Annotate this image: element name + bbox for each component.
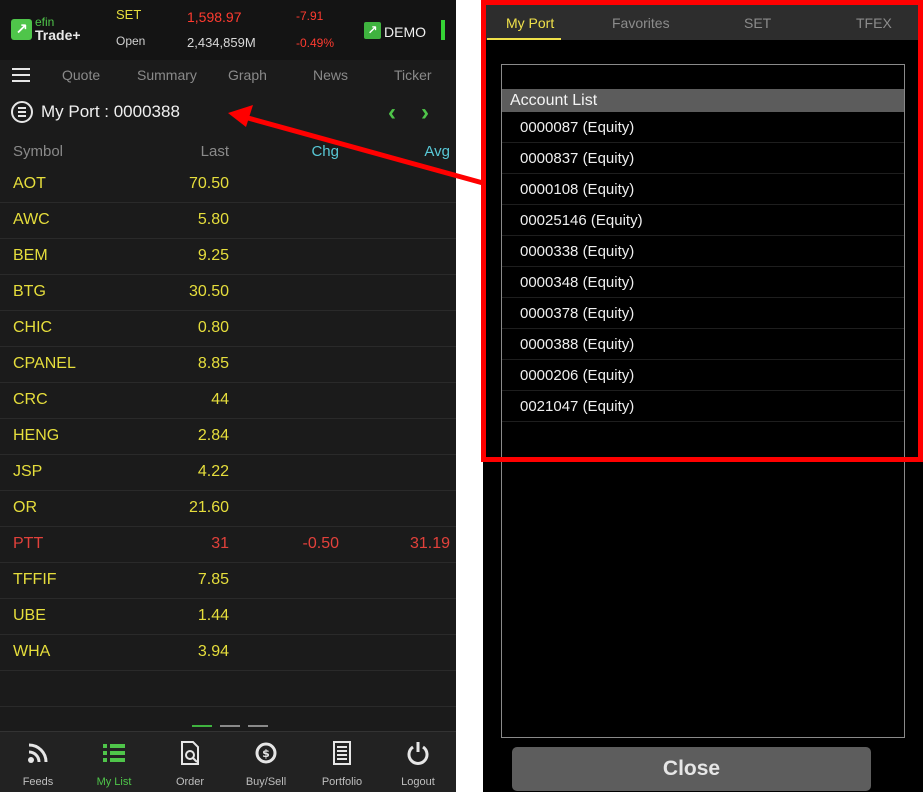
- port-title[interactable]: My Port : 0000388: [41, 102, 180, 122]
- symbol-cell: HENG: [13, 427, 60, 444]
- table-row[interactable]: CPANEL 8.85: [0, 347, 456, 383]
- col-last[interactable]: Last: [201, 143, 229, 160]
- table-row[interactable]: BTG 30.50: [0, 275, 456, 311]
- power-icon: [407, 742, 429, 765]
- table-row[interactable]: PTT 31 -0.50 31.19: [0, 527, 456, 563]
- tab-feeds[interactable]: Feeds: [0, 732, 76, 792]
- demo-badge[interactable]: DEMO: [384, 24, 426, 40]
- table-row[interactable]: CRC 44: [0, 383, 456, 419]
- symbol-cell: CPANEL: [13, 355, 76, 372]
- index-change: -7.91: [296, 9, 324, 23]
- symbol-cell: PTT: [13, 535, 44, 552]
- symbol-cell: WHA: [13, 643, 51, 660]
- col-avg[interactable]: Avg: [424, 143, 450, 160]
- last-price-cell: 70.50: [188, 175, 229, 192]
- symbol-cell: AOT: [13, 175, 46, 192]
- symbol-cell: AWC: [13, 211, 50, 228]
- tab-label: Buy/Sell: [245, 776, 287, 788]
- index-value: 1,598.97: [187, 9, 242, 25]
- nav-graph[interactable]: Graph: [228, 67, 267, 83]
- table-row[interactable]: JSP 4.22: [0, 455, 456, 491]
- last-price-cell: 7.85: [197, 571, 229, 588]
- symbol-cell: BTG: [13, 283, 46, 300]
- table-row-empty: [0, 671, 456, 707]
- logo-line2: Trade+: [35, 27, 81, 43]
- tab-logout[interactable]: Logout: [380, 732, 456, 792]
- tab-portfolio[interactable]: Portfolio: [304, 732, 380, 792]
- connection-status-bar: [441, 20, 445, 40]
- rss-icon: [28, 743, 48, 763]
- last-price-cell: 0.80: [197, 319, 229, 336]
- market-volume: 2,434,859M: [187, 35, 256, 50]
- tab-label: My List: [96, 776, 132, 788]
- table-row[interactable]: BEM 9.25: [0, 239, 456, 275]
- tab-label: Order: [175, 776, 205, 788]
- port-list-icon[interactable]: [11, 101, 33, 123]
- tab-order[interactable]: Order: [152, 732, 228, 792]
- last-price-cell: 2.84: [197, 427, 229, 444]
- portfolio-icon: [333, 741, 351, 765]
- table-row[interactable]: AWC 5.80: [0, 203, 456, 239]
- last-price-cell: 1.44: [197, 607, 229, 624]
- nav-quote[interactable]: Quote: [62, 67, 100, 83]
- table-row[interactable]: HENG 2.84: [0, 419, 456, 455]
- table-row[interactable]: TFFIF 7.85: [0, 563, 456, 599]
- market-status: Open: [116, 34, 146, 48]
- last-price-cell: 3.94: [197, 643, 229, 660]
- page-indicator-active: [192, 725, 212, 727]
- watchlist-screen: ↗ efin Trade+ SET Open 1,598.97 2,434,85…: [0, 0, 456, 792]
- col-symbol[interactable]: Symbol: [13, 143, 63, 160]
- next-port-icon[interactable]: ›: [421, 99, 429, 127]
- last-price-cell: 21.60: [188, 499, 229, 516]
- last-price-cell: 30.50: [188, 283, 229, 300]
- hamburger-menu-icon[interactable]: [12, 68, 30, 82]
- avg-price-cell: 31.19: [409, 535, 450, 552]
- market-header: ↗ efin Trade+ SET Open 1,598.97 2,434,85…: [0, 0, 456, 60]
- nav-news[interactable]: News: [313, 67, 348, 83]
- index-change-pct: -0.49%: [296, 36, 335, 50]
- last-price-cell: 8.85: [197, 355, 229, 372]
- symbol-cell: TFFIF: [13, 571, 57, 588]
- symbol-cell: CRC: [13, 391, 48, 408]
- svg-text:$: $: [262, 747, 270, 760]
- demo-logo-icon: ↗: [364, 22, 381, 39]
- table-row[interactable]: AOT 70.50: [0, 167, 456, 203]
- nav-ticker[interactable]: Ticker: [394, 67, 432, 83]
- page-indicator: [248, 725, 268, 727]
- buy-sell-icon: $: [255, 742, 277, 764]
- page-indicator: [220, 725, 240, 727]
- highlight-box: [481, 0, 923, 462]
- nav-summary[interactable]: Summary: [137, 67, 197, 83]
- last-price-cell: 9.25: [197, 247, 229, 264]
- tab-buy-sell[interactable]: $ Buy/Sell: [228, 732, 304, 792]
- order-icon: [181, 741, 199, 765]
- tab-label: Logout: [401, 776, 435, 788]
- app-logo: efin Trade+: [35, 16, 81, 43]
- symbol-cell: OR: [13, 499, 37, 516]
- table-row[interactable]: CHIC 0.80: [0, 311, 456, 347]
- tab-my-list[interactable]: My List: [76, 732, 152, 792]
- col-chg[interactable]: Chg: [311, 143, 339, 160]
- last-price-cell: 44: [211, 391, 229, 408]
- last-price-cell: 31: [211, 535, 229, 552]
- table-row[interactable]: WHA 3.94: [0, 635, 456, 671]
- table-row[interactable]: OR 21.60: [0, 491, 456, 527]
- symbol-cell: CHIC: [13, 319, 53, 336]
- symbol-cell: UBE: [13, 607, 46, 624]
- tab-label: Feeds: [22, 776, 54, 788]
- prev-port-icon[interactable]: ‹: [388, 99, 396, 127]
- tab-label: Portfolio: [321, 776, 363, 788]
- list-icon: [103, 744, 125, 762]
- market-name: SET: [116, 7, 142, 22]
- bottom-tab-bar: Feeds My List Order $ Buy/Sell Portfolio…: [0, 731, 456, 792]
- symbol-cell: BEM: [13, 247, 48, 264]
- change-cell: -0.50: [302, 535, 339, 552]
- last-price-cell: 5.80: [197, 211, 229, 228]
- close-button[interactable]: Close: [512, 747, 871, 791]
- symbol-cell: JSP: [13, 463, 43, 480]
- table-row[interactable]: UBE 1.44: [0, 599, 456, 635]
- last-price-cell: 4.22: [197, 463, 229, 480]
- efin-logo-icon: ↗: [11, 19, 32, 40]
